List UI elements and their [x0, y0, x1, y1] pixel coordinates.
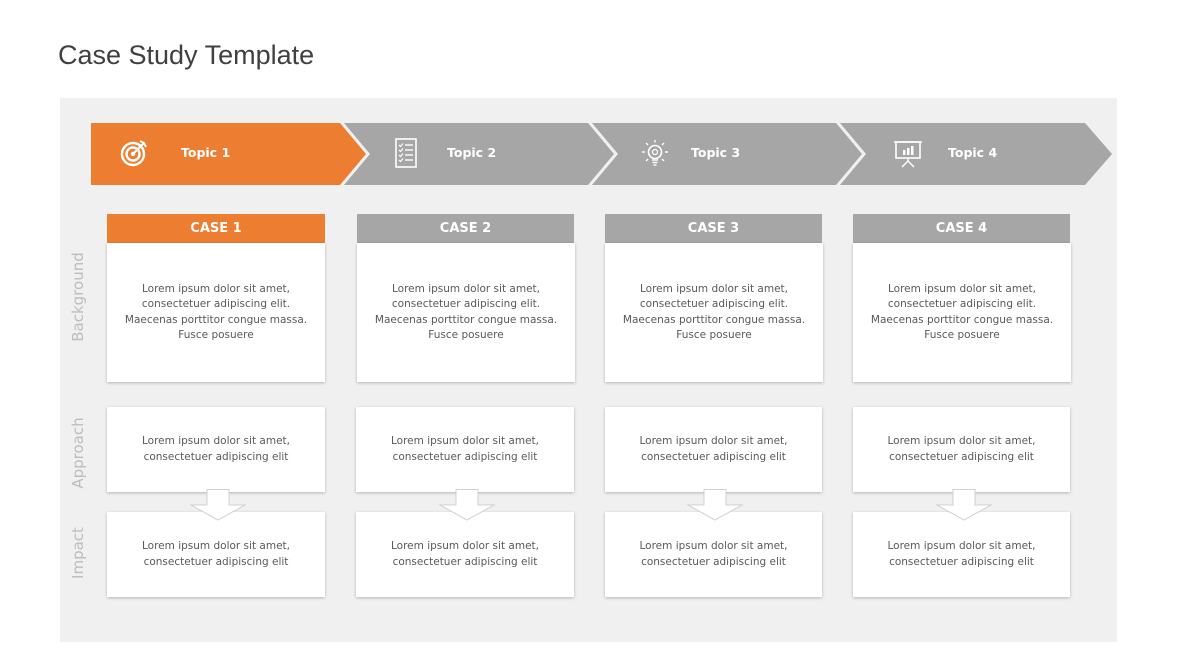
row-label-approach: Approach — [69, 417, 87, 489]
topic-2-label: Topic 2 — [447, 145, 497, 160]
case-4-background-box: Lorem ipsum dolor sit amet, consectetuer… — [853, 243, 1071, 382]
case-4-header: CASE 4 — [853, 214, 1070, 243]
case-2-background-box: Lorem ipsum dolor sit amet, consectetuer… — [357, 243, 575, 382]
topic-1-label: Topic 1 — [181, 145, 231, 160]
case-1-background-text: Lorem ipsum dolor sit amet, consectetuer… — [124, 282, 308, 342]
case-3-background-box: Lorem ipsum dolor sit amet, consectetuer… — [605, 243, 823, 382]
case-2-header: CASE 2 — [357, 214, 574, 243]
down-arrow-icon — [936, 489, 992, 521]
case-4-impact-box: Lorem ipsum dolor sit amet, consectetuer… — [853, 512, 1070, 597]
page-title: Case Study Template — [58, 40, 315, 70]
presentation-chart-icon — [894, 141, 922, 168]
case-1-header: CASE 1 — [107, 214, 325, 243]
case-4-approach-box: Lorem ipsum dolor sit amet, consectetuer… — [853, 407, 1070, 492]
case-1-approach-text: Lorem ipsum dolor sit amet, consectetuer… — [142, 435, 290, 463]
case-4-approach-text: Lorem ipsum dolor sit amet, consectetuer… — [887, 435, 1036, 463]
case-1-impact-text: Lorem ipsum dolor sit amet, consectetuer… — [142, 540, 290, 568]
topic-4-label: Topic 4 — [948, 145, 998, 160]
case-4-background-text: Lorem ipsum dolor sit amet, consectetuer… — [870, 282, 1054, 342]
case-1-approach-box: Lorem ipsum dolor sit amet, consectetuer… — [107, 407, 325, 492]
checklist-icon — [395, 138, 417, 168]
case-2-approach-box: Lorem ipsum dolor sit amet, consectetuer… — [356, 407, 574, 492]
row-label-impact: Impact — [69, 527, 87, 579]
case-3-approach-box: Lorem ipsum dolor sit amet, consectetuer… — [605, 407, 822, 492]
case-3-header: CASE 3 — [605, 214, 822, 243]
case-4-impact-text: Lorem ipsum dolor sit amet, consectetuer… — [887, 540, 1036, 568]
row-label-background: Background — [69, 252, 87, 342]
case-3-approach-text: Lorem ipsum dolor sit amet, consectetuer… — [639, 435, 788, 463]
case-2-approach-text: Lorem ipsum dolor sit amet, consectetuer… — [391, 435, 539, 463]
case-2-impact-text: Lorem ipsum dolor sit amet, consectetuer… — [391, 540, 539, 568]
down-arrow-icon — [439, 489, 495, 521]
case-2-impact-box: Lorem ipsum dolor sit amet, consectetuer… — [356, 512, 574, 597]
case-3-impact-text: Lorem ipsum dolor sit amet, consectetuer… — [639, 540, 788, 568]
topic-3-label: Topic 3 — [691, 145, 741, 160]
case-1-impact-box: Lorem ipsum dolor sit amet, consectetuer… — [107, 512, 325, 597]
down-arrow-icon — [190, 489, 246, 521]
target-icon — [120, 140, 147, 167]
lightbulb-icon — [642, 140, 668, 166]
case-3-background-text: Lorem ipsum dolor sit amet, consectetuer… — [622, 282, 806, 342]
case-2-background-text: Lorem ipsum dolor sit amet, consectetuer… — [374, 282, 558, 342]
case-3-impact-box: Lorem ipsum dolor sit amet, consectetuer… — [605, 512, 822, 597]
down-arrow-icon — [687, 489, 743, 521]
case-1-background-box: Lorem ipsum dolor sit amet, consectetuer… — [107, 243, 325, 382]
